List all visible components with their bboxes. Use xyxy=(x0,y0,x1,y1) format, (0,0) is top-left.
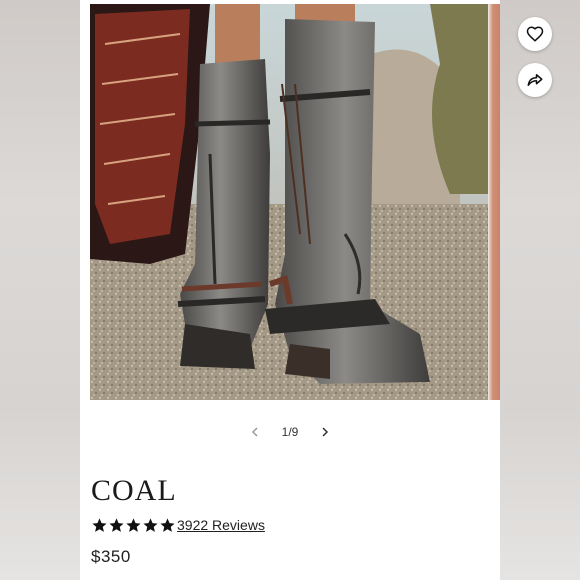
product-image[interactable] xyxy=(90,4,498,400)
star-icon xyxy=(143,517,158,532)
heart-icon xyxy=(526,26,544,42)
reviews-link[interactable]: 3922 Reviews xyxy=(177,517,265,533)
product-title: COAL xyxy=(91,474,177,507)
share-icon xyxy=(527,74,543,86)
share-button[interactable] xyxy=(518,63,552,97)
star-rating xyxy=(91,517,176,534)
image-pager: 1/9 xyxy=(80,420,500,444)
image-counter: 1/9 xyxy=(281,425,299,439)
chevron-left-icon xyxy=(251,427,258,437)
chevron-right-icon xyxy=(322,427,329,437)
rating-row: 3922 Reviews xyxy=(91,515,265,535)
prev-image-button[interactable] xyxy=(235,420,275,444)
next-image-button[interactable] xyxy=(305,420,345,444)
star-icon xyxy=(109,517,124,532)
product-photo-illustration xyxy=(90,4,498,400)
next-image-peek xyxy=(488,4,500,400)
product-price: $350 xyxy=(91,547,131,566)
star-icon xyxy=(92,517,107,532)
star-icon xyxy=(126,517,141,532)
star-icon xyxy=(160,517,175,532)
favorite-button[interactable] xyxy=(518,17,552,51)
background-left xyxy=(0,0,80,580)
